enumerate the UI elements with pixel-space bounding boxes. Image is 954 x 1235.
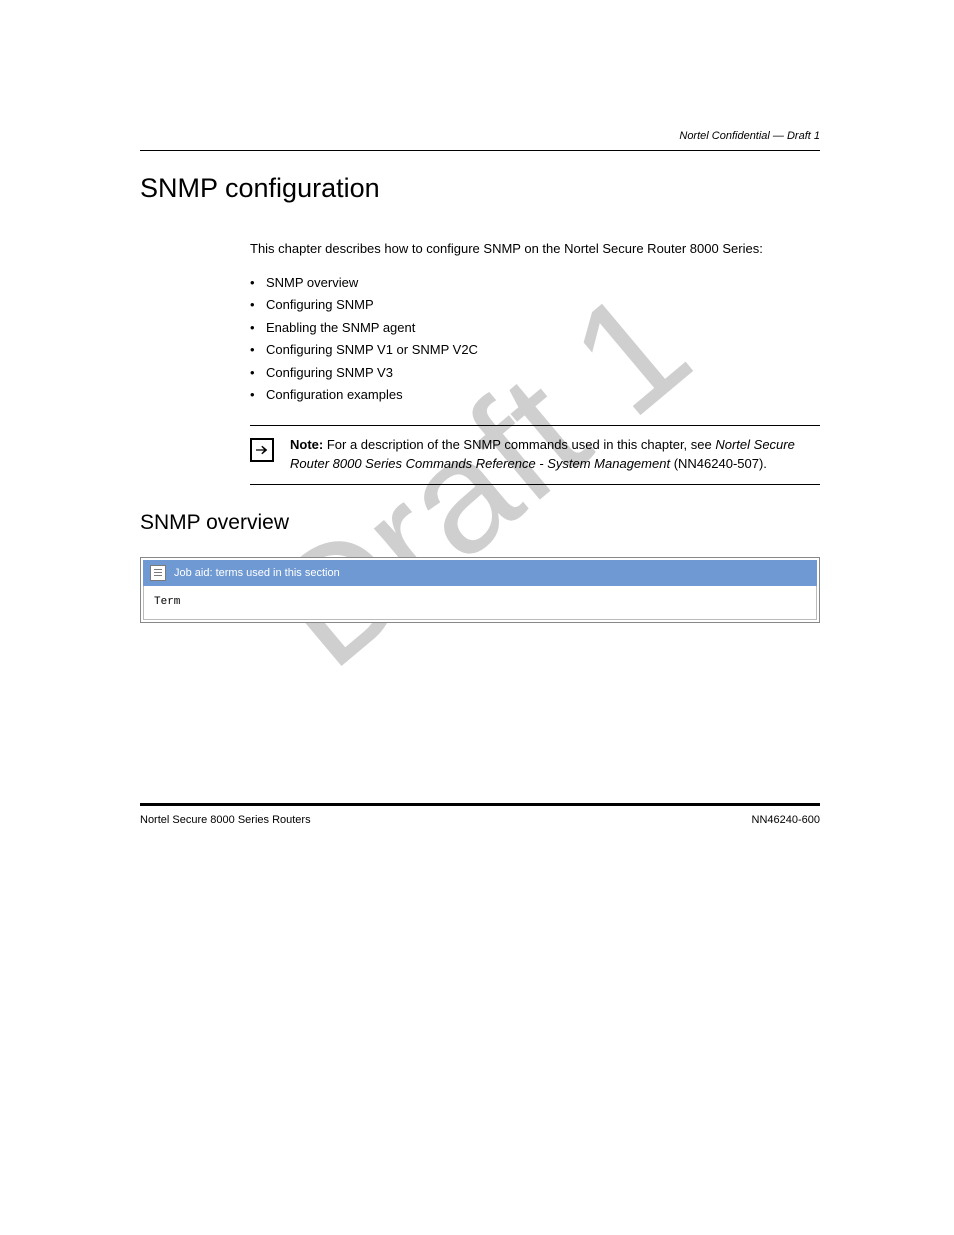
running-head: Nortel Confidential — Draft 1 — [140, 130, 820, 142]
list-item: Configuration examples — [250, 385, 820, 405]
chapter-title: SNMP configuration — [140, 173, 820, 204]
list-item: Configuring SNMP V3 — [250, 363, 820, 383]
note-bottom-rule — [250, 484, 820, 485]
list-item: Configuring SNMP — [250, 295, 820, 315]
note-block: Note: For a description of the SNMP comm… — [250, 426, 820, 484]
header-rule — [140, 150, 820, 151]
job-aid-header-text: Job aid: terms used in this section — [174, 567, 340, 579]
list-item: Enabling the SNMP agent — [250, 318, 820, 338]
list-item: Configuring SNMP V1 or SNMP V2C — [250, 340, 820, 360]
footer-rule — [140, 803, 820, 806]
note-text-after: (NN46240-507). — [670, 456, 767, 471]
section-title: SNMP overview — [140, 511, 820, 535]
topic-list: SNMP overview Configuring SNMP Enabling … — [250, 273, 820, 405]
list-item: SNMP overview — [250, 273, 820, 293]
arrow-right-icon — [250, 438, 274, 462]
job-aid-box: Job aid: terms used in this section Term — [140, 557, 820, 623]
job-aid-header: Job aid: terms used in this section — [143, 560, 817, 586]
footer-left: Nortel Secure 8000 Series Routers — [140, 814, 311, 826]
page-footer: Nortel Secure 8000 Series Routers NN4624… — [140, 814, 820, 826]
document-icon — [150, 565, 166, 581]
footer-right: NN46240-600 — [752, 814, 821, 826]
note-text-before: For a description of the SNMP commands u… — [327, 437, 716, 452]
intro-paragraph: This chapter describes how to configure … — [250, 240, 820, 259]
job-aid-body: Term — [143, 586, 817, 620]
note-label: Note: — [290, 437, 323, 452]
